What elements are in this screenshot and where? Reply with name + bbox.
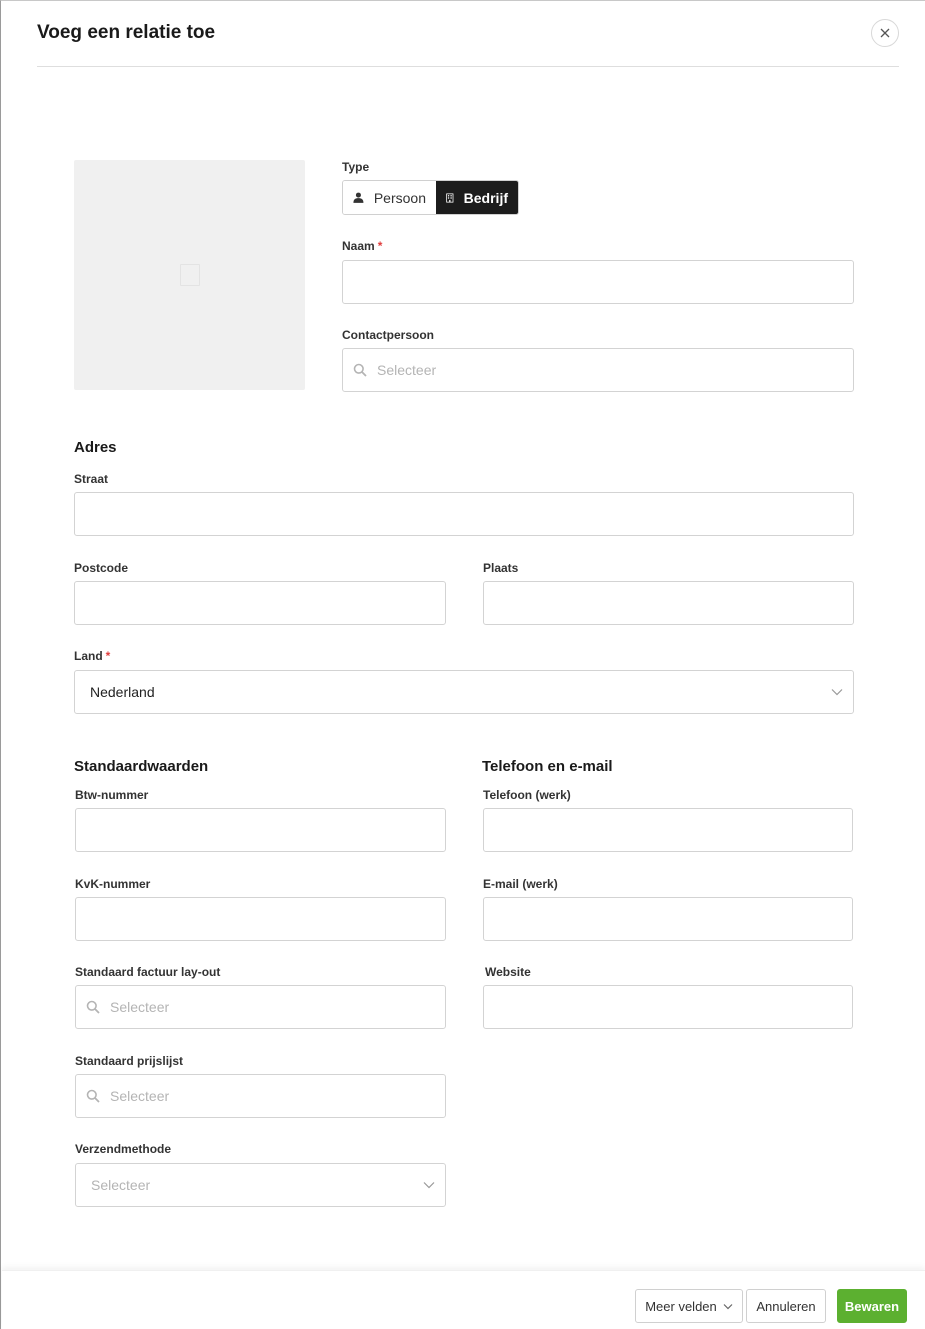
factuur-layout-select[interactable]: Selecteer bbox=[75, 985, 446, 1029]
close-icon bbox=[880, 28, 890, 38]
save-label: Bewaren bbox=[844, 1298, 900, 1314]
type-label: Type bbox=[342, 160, 370, 174]
contactpersoon-select[interactable]: Selecteer bbox=[342, 348, 854, 392]
placeholder-text: Selecteer bbox=[91, 1177, 151, 1193]
building-icon bbox=[446, 192, 454, 203]
section-title-telefoon-email: Telefoon en e-mail bbox=[482, 758, 613, 775]
placeholder-text: Selecteer bbox=[110, 999, 170, 1015]
postcode-input[interactable] bbox=[74, 581, 446, 625]
required-marker: * bbox=[377, 239, 383, 253]
telefoon-label: Telefoon (werk) bbox=[483, 788, 571, 802]
section-title-standaardwaarden: Standaardwaarden bbox=[74, 758, 209, 775]
chevron-down-icon bbox=[423, 1182, 435, 1189]
land-label: Land * bbox=[74, 649, 111, 663]
close-button[interactable] bbox=[871, 19, 899, 47]
placeholder-text: Selecteer bbox=[110, 1088, 170, 1104]
btw-label: Btw-nummer bbox=[75, 788, 149, 802]
more-fields-button[interactable]: Meer velden bbox=[635, 1289, 743, 1323]
type-option-persoon[interactable]: Persoon bbox=[343, 181, 436, 214]
verzendmethode-label: Verzendmethode bbox=[75, 1142, 172, 1156]
photo-upload[interactable] bbox=[74, 160, 305, 390]
plaats-label: Plaats bbox=[483, 561, 519, 575]
prijslijst-label: Standaard prijslijst bbox=[75, 1054, 184, 1068]
prijslijst-select[interactable]: Selecteer bbox=[75, 1074, 446, 1118]
land-value: Nederland bbox=[90, 684, 155, 700]
modal-title: Voeg een relatie toe bbox=[37, 22, 216, 43]
website-label: Website bbox=[485, 965, 531, 979]
search-icon bbox=[86, 1000, 100, 1014]
person-icon bbox=[353, 192, 364, 203]
section-title-adres: Adres bbox=[74, 439, 117, 456]
factuur-layout-label: Standaard factuur lay-out bbox=[75, 965, 221, 979]
more-fields-label: Meer velden bbox=[645, 1298, 717, 1314]
search-icon bbox=[353, 363, 367, 377]
website-input[interactable] bbox=[483, 985, 853, 1029]
image-placeholder-icon bbox=[179, 264, 200, 286]
naam-label: Naam * bbox=[342, 239, 383, 253]
chevron-down-icon bbox=[831, 689, 843, 696]
contactpersoon-label: Contactpersoon bbox=[342, 328, 435, 342]
plaats-input[interactable] bbox=[483, 581, 854, 625]
required-marker: * bbox=[105, 649, 111, 663]
save-button[interactable]: Bewaren bbox=[837, 1289, 907, 1323]
type-option-bedrijf[interactable]: Bedrijf bbox=[436, 181, 518, 214]
type-toggle[interactable]: Persoon Bedrijf bbox=[342, 180, 519, 215]
email-label: E-mail (werk) bbox=[483, 877, 558, 891]
chevron-down-icon bbox=[723, 1303, 733, 1309]
kvk-input[interactable] bbox=[75, 897, 446, 941]
kvk-label: KvK-nummer bbox=[75, 877, 151, 891]
placeholder-text: Selecteer bbox=[377, 362, 437, 378]
search-icon bbox=[86, 1089, 100, 1103]
postcode-label: Postcode bbox=[74, 561, 129, 575]
naam-input[interactable] bbox=[342, 260, 854, 304]
straat-input[interactable] bbox=[74, 492, 854, 536]
type-option-label: Persoon bbox=[373, 189, 426, 206]
verzendmethode-select[interactable]: Selecteer bbox=[75, 1163, 446, 1207]
btw-input[interactable] bbox=[75, 808, 446, 852]
email-input[interactable] bbox=[483, 897, 853, 941]
land-select[interactable]: Nederland bbox=[74, 670, 854, 714]
header-divider bbox=[37, 66, 899, 67]
type-option-label: Bedrijf bbox=[463, 189, 508, 206]
cancel-label: Annuleren bbox=[756, 1298, 816, 1314]
telefoon-input[interactable] bbox=[483, 808, 853, 852]
cancel-button[interactable]: Annuleren bbox=[746, 1289, 826, 1323]
straat-label: Straat bbox=[74, 472, 109, 486]
